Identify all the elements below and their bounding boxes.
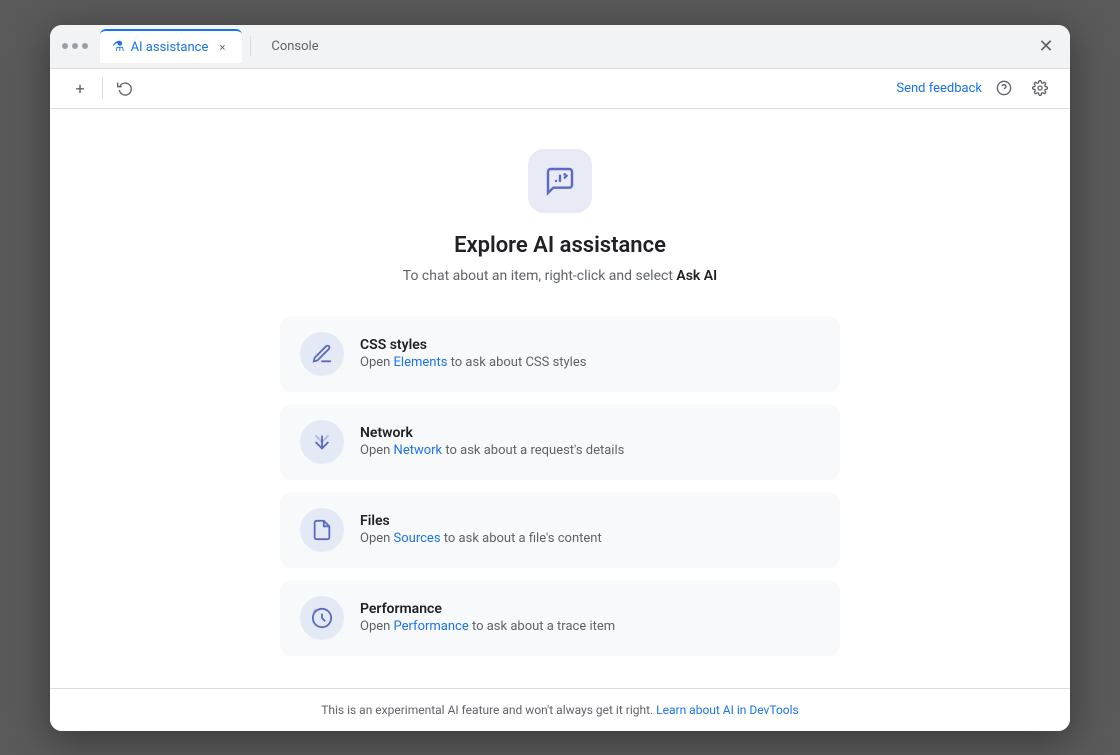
tab-console[interactable]: Console — [259, 29, 330, 63]
toolbar: + Send feedback — [50, 69, 1070, 109]
ai-tab-icon: ⚗ — [112, 39, 125, 55]
cards-container: CSS styles Open Elements to ask about CS… — [280, 316, 840, 656]
css-icon — [311, 343, 333, 365]
performance-card[interactable]: Performance Open Performance to ask abou… — [280, 580, 840, 656]
performance-card-title: Performance — [360, 601, 820, 617]
help-button[interactable] — [990, 74, 1018, 102]
files-card-title: Files — [360, 513, 820, 529]
network-icon — [311, 431, 333, 453]
network-card-text: Network Open Network to ask about a requ… — [360, 425, 820, 458]
dot-1 — [62, 43, 68, 49]
page-subtitle: To chat about an item, right-click and s… — [403, 268, 717, 284]
performance-card-desc: Open Performance to ask about a trace it… — [360, 619, 820, 634]
window-dots — [62, 43, 88, 49]
network-card-desc: Open Network to ask about a request's de… — [360, 443, 820, 458]
console-tab-label: Console — [271, 39, 318, 54]
learn-more-link[interactable]: Learn about AI in DevTools — [656, 703, 799, 717]
network-link[interactable]: Network — [394, 443, 443, 458]
network-card-title: Network — [360, 425, 820, 441]
add-button[interactable]: + — [66, 74, 94, 102]
history-icon — [117, 80, 133, 96]
files-card-text: Files Open Sources to ask about a file's… — [360, 513, 820, 546]
toolbar-divider — [102, 78, 103, 98]
network-icon-wrap — [300, 420, 344, 464]
dot-2 — [72, 43, 78, 49]
help-icon — [996, 80, 1012, 96]
tab-separator — [250, 36, 251, 56]
devtools-window: ⚗ AI assistance × Console ✕ + Send feedb… — [50, 25, 1070, 731]
performance-icon-wrap — [300, 596, 344, 640]
hero-icon-container — [528, 149, 592, 213]
css-card-text: CSS styles Open Elements to ask about CS… — [360, 337, 820, 370]
title-bar: ⚗ AI assistance × Console ✕ — [50, 25, 1070, 69]
page-title: Explore AI assistance — [454, 233, 666, 258]
performance-card-text: Performance Open Performance to ask abou… — [360, 601, 820, 634]
network-card[interactable]: Network Open Network to ask about a requ… — [280, 404, 840, 480]
performance-icon — [311, 607, 333, 629]
main-content: Explore AI assistance To chat about an i… — [50, 109, 1070, 688]
files-card[interactable]: Files Open Sources to ask about a file's… — [280, 492, 840, 568]
ai-tab-close[interactable]: × — [214, 39, 230, 55]
css-icon-wrap — [300, 332, 344, 376]
dot-3 — [82, 43, 88, 49]
tab-group: ⚗ AI assistance × Console — [100, 29, 1026, 63]
settings-button[interactable] — [1026, 74, 1054, 102]
toolbar-right: Send feedback — [896, 74, 1054, 102]
ai-chat-icon — [544, 165, 576, 197]
files-card-desc: Open Sources to ask about a file's conte… — [360, 531, 820, 546]
css-card-title: CSS styles — [360, 337, 820, 353]
files-icon — [311, 519, 333, 541]
window-close-button[interactable]: ✕ — [1034, 34, 1058, 58]
sources-link[interactable]: Sources — [394, 531, 441, 546]
elements-link[interactable]: Elements — [394, 355, 448, 370]
files-icon-wrap — [300, 508, 344, 552]
settings-icon — [1032, 80, 1048, 96]
performance-link[interactable]: Performance — [394, 619, 469, 634]
css-styles-card[interactable]: CSS styles Open Elements to ask about CS… — [280, 316, 840, 392]
send-feedback-link[interactable]: Send feedback — [896, 81, 982, 96]
tab-ai-assistance[interactable]: ⚗ AI assistance × — [100, 29, 242, 63]
history-button[interactable] — [111, 74, 139, 102]
ai-tab-label: AI assistance — [131, 40, 209, 55]
css-card-desc: Open Elements to ask about CSS styles — [360, 355, 820, 370]
footer: This is an experimental AI feature and w… — [50, 688, 1070, 731]
